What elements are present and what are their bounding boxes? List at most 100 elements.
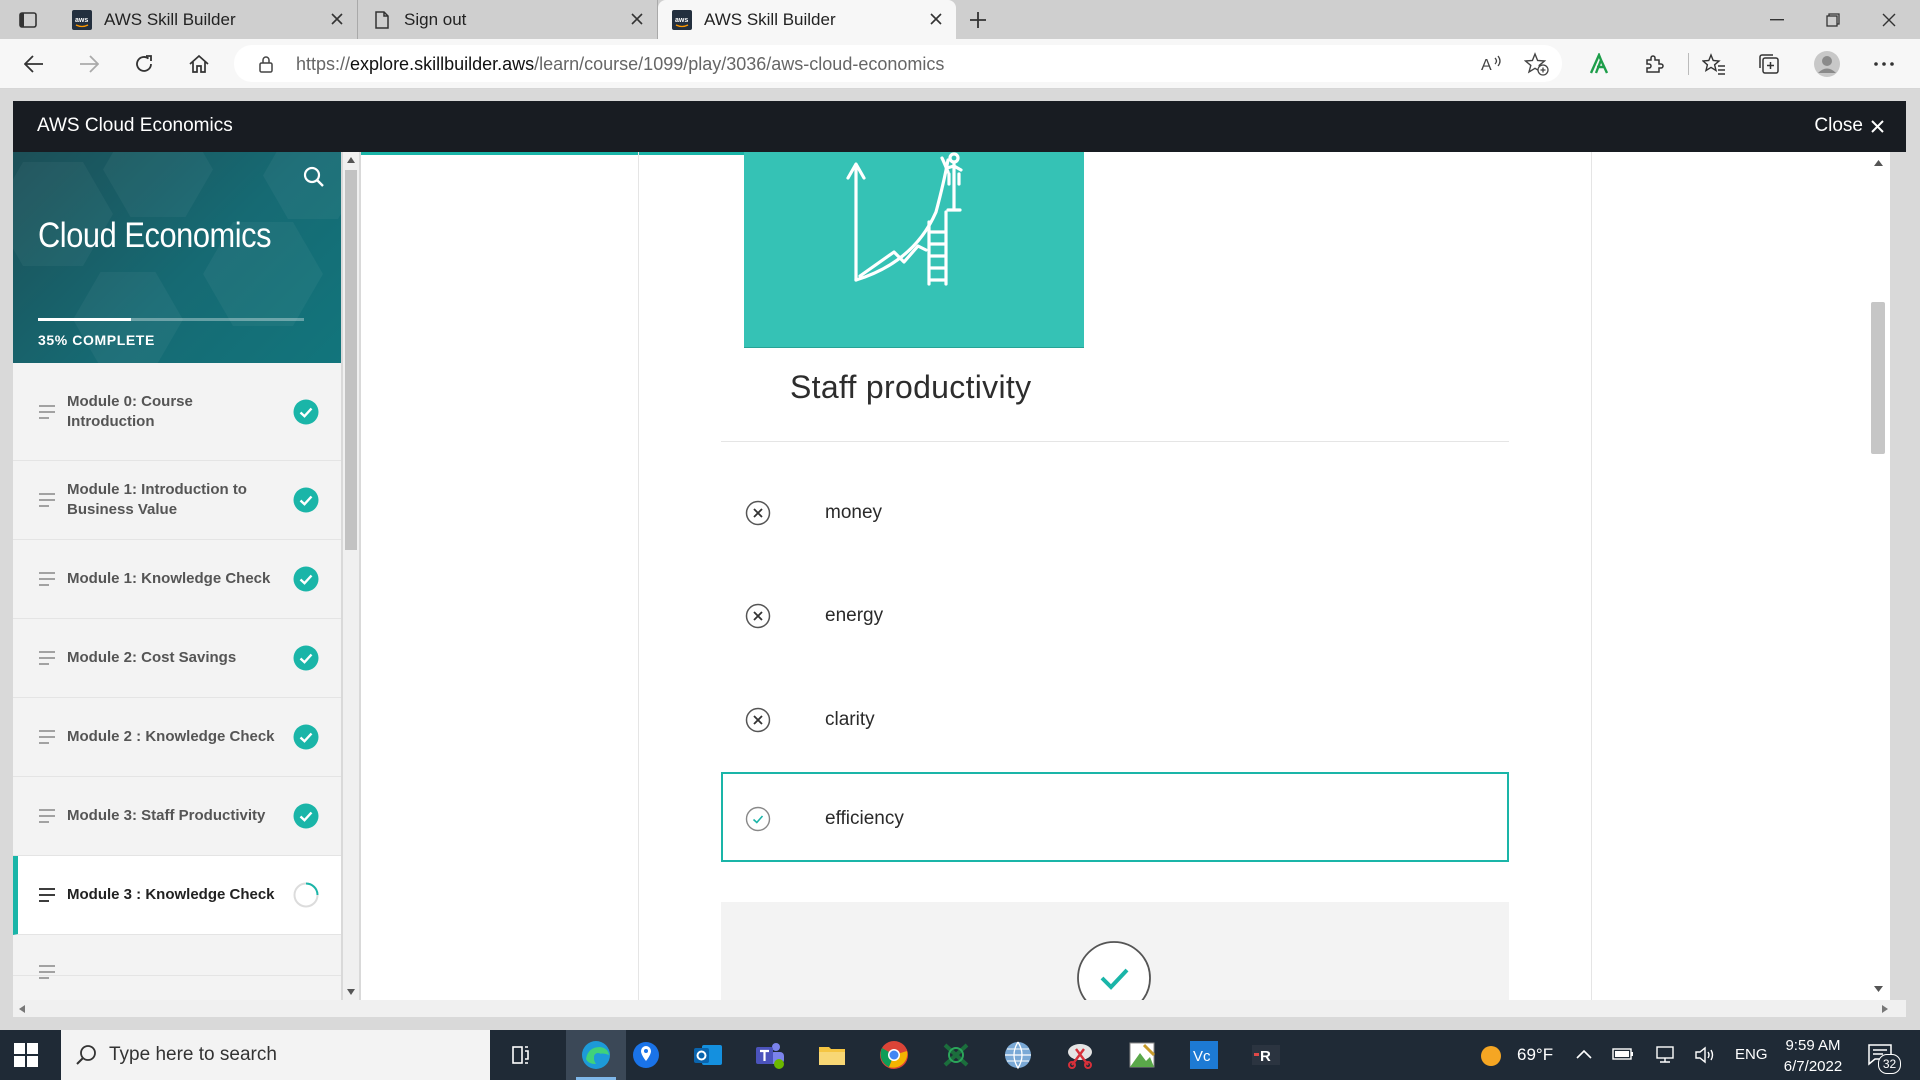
answer-option-correct[interactable]: efficiency [721,772,1509,862]
tab-close-icon[interactable] [627,9,647,29]
favorites-icon[interactable] [1696,46,1732,82]
module-item[interactable] [13,935,341,979]
chrome-icon[interactable] [878,1039,910,1071]
content-scrollbar[interactable] [1866,152,1890,1000]
tab-close-icon[interactable] [327,9,347,29]
outlook-icon[interactable] [692,1039,724,1071]
option-text: clarity [825,709,875,730]
taskbar-search-box[interactable]: Type here to search [61,1030,490,1080]
tab-aws-skill-builder-1[interactable]: aws AWS Skill Builder [58,0,358,39]
remote-app-icon[interactable]: R [1250,1039,1282,1071]
file-explorer-icon[interactable] [816,1039,848,1071]
network-icon[interactable] [1654,1045,1676,1065]
collections-icon[interactable] [1751,46,1787,82]
module-label: Module 1: Introduction to Business Value [67,481,247,518]
search-icon [76,1045,96,1065]
language-indicator[interactable]: ENG [1735,1046,1768,1063]
course-title: AWS Cloud Economics [37,115,233,136]
windows-taskbar: Type here to search Vc R 69°F ENG 9:59 A… [0,1030,1920,1080]
card-label: Staff productivity [790,369,1032,405]
lock-icon[interactable] [258,55,274,73]
course-header: AWS Cloud Economics Close [13,101,1906,152]
horizontal-scrollbar[interactable] [13,1000,1906,1017]
window-close-button[interactable] [1861,0,1917,39]
snipping-tool-icon[interactable] [1064,1039,1096,1071]
content-scroll-thumb[interactable] [1871,302,1885,454]
refresh-button[interactable] [126,46,162,82]
check-circle-icon [293,645,319,671]
module-item[interactable]: Module 1: Introduction to Business Value [13,461,341,540]
address-bar[interactable]: https://explore.skillbuilder.aws/learn/c… [234,45,1562,82]
progress-fill [38,318,132,321]
back-button[interactable] [16,46,52,82]
check-circle-icon [293,487,319,513]
module-label: Module 3 : Knowledge Check [67,886,275,903]
tab-close-icon[interactable] [926,9,946,29]
scroll-up-arrow-icon[interactable] [1874,160,1883,166]
scroll-down-arrow-icon[interactable] [347,989,355,995]
battery-icon[interactable] [1612,1046,1634,1062]
sidebar-scrollbar[interactable] [343,152,359,1000]
module-item[interactable]: Module 3: Staff Productivity [13,777,341,856]
new-tab-button[interactable] [964,7,992,33]
volume-icon[interactable] [1694,1045,1718,1065]
start-button[interactable] [14,1043,38,1067]
url-text[interactable]: https://explore.skillbuilder.aws/learn/c… [296,54,944,75]
more-options-icon[interactable] [1866,46,1902,82]
answer-option[interactable]: energy [721,573,1509,659]
extensions-icon[interactable] [1636,46,1672,82]
lesson-content: Staff productivity money energy clarity … [361,152,1890,1000]
answer-option[interactable]: clarity [721,677,1509,763]
tab-sign-out[interactable]: Sign out [358,0,658,39]
svg-text:Vc: Vc [1193,1048,1211,1065]
notification-center-button[interactable]: 32 [1866,1040,1901,1074]
answer-option[interactable]: money [721,470,1509,556]
lesson-menu-icon [39,404,55,419]
scroll-down-arrow-icon[interactable] [1874,986,1883,992]
module-label: Module 0: Course Introduction [67,392,193,430]
scroll-up-arrow-icon[interactable] [347,157,355,163]
hex-pattern [103,152,213,217]
restore-button[interactable] [1805,0,1861,39]
module-item[interactable]: Module 2: Cost Savings [13,619,341,698]
clock[interactable]: 9:59 AM 6/7/2022 [1768,1035,1858,1077]
option-text: energy [825,605,884,626]
extension-a-icon[interactable] [1581,46,1617,82]
home-button[interactable] [181,46,217,82]
vs-code-icon[interactable]: Vc [1188,1039,1220,1071]
sidebar-scroll-thumb[interactable] [345,170,357,550]
tab-actions-icon[interactable] [16,8,40,32]
forward-button[interactable] [71,46,107,82]
edge-taskbar-button[interactable] [566,1030,626,1080]
module-item[interactable]: Module 2 : Knowledge Check [13,698,341,777]
task-view-icon[interactable] [504,1039,536,1071]
read-aloud-icon[interactable]: A [1480,53,1504,75]
in-progress-icon [293,882,319,908]
weather-temperature[interactable]: 69°F [1517,1045,1553,1065]
teams-icon[interactable] [754,1039,786,1071]
scroll-right-arrow-icon[interactable] [1882,1005,1888,1013]
scroll-left-arrow-icon[interactable] [19,1005,25,1013]
lesson-menu-icon [39,730,55,744]
app-x-icon[interactable] [940,1039,972,1071]
minimize-button[interactable] [1749,0,1805,39]
module-label: Module 2: Cost Savings [67,649,237,666]
module-item-active[interactable]: Module 3 : Knowledge Check [13,856,341,935]
module-list: Module 0: Course Introduction Module 1: … [13,363,341,979]
add-favorite-icon[interactable] [1524,52,1550,76]
globe-app-icon[interactable] [1002,1039,1034,1071]
search-icon[interactable] [303,166,325,188]
edge-icon [582,1041,610,1069]
progress-bar [38,318,304,321]
module-item[interactable]: Module 1: Knowledge Check [13,540,341,619]
clock-time: 9:59 AM [1785,1037,1841,1054]
show-hidden-icons-chevron-icon[interactable] [1576,1049,1592,1059]
weather-sun-icon[interactable] [1479,1044,1503,1068]
maps-icon[interactable] [630,1039,662,1071]
image-editor-icon[interactable] [1126,1039,1158,1071]
close-course-button[interactable]: Close [1814,115,1884,137]
profile-avatar[interactable] [1809,46,1845,82]
close-icon [1871,119,1884,133]
module-item[interactable]: Module 0: Course Introduction [13,363,341,461]
tab-aws-skill-builder-active[interactable]: aws AWS Skill Builder [658,0,956,39]
